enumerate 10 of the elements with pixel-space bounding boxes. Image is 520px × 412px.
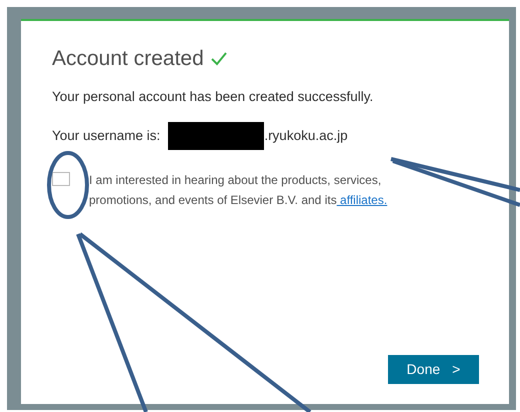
dialog-title: Account created (52, 46, 204, 72)
checkmark-icon (210, 51, 228, 67)
done-button[interactable]: Done > (388, 355, 479, 384)
username-domain: .ryukoku.ac.jp (264, 127, 348, 146)
annotation-ellipse (47, 151, 89, 219)
consent-text: I am interested in hearing about the products, services, promotions, and events of Elsevier B.V. and its affiliates. (89, 172, 388, 210)
username-label: Your username is: (52, 127, 160, 146)
affiliates-link[interactable]: affiliates. (336, 193, 388, 208)
consent-checkbox[interactable] (52, 172, 70, 186)
success-message: Your personal account has been created successfully. (52, 88, 374, 106)
